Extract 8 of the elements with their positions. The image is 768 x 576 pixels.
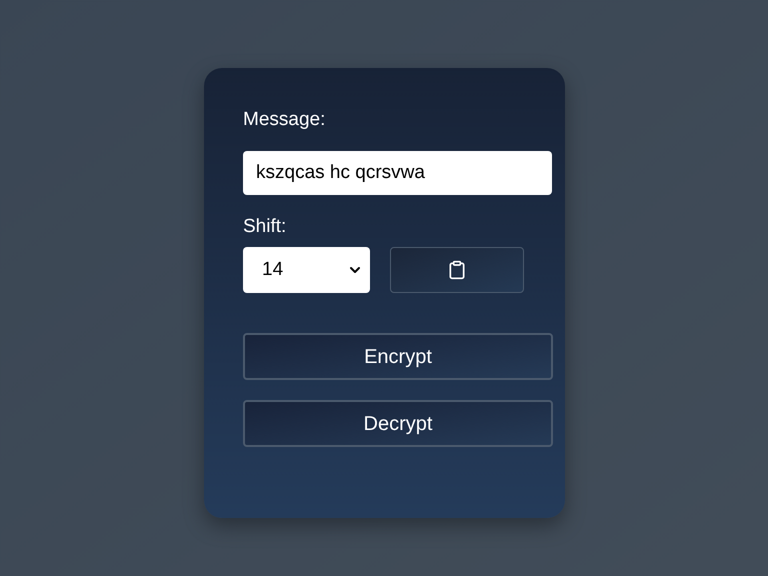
message-field[interactable]: kszqcas hc qcrsvwa xyxy=(243,151,552,195)
message-label: Message: xyxy=(243,108,326,132)
shift-select[interactable]: 14 xyxy=(243,247,370,293)
action-button[interactable]: Encrypt xyxy=(243,333,553,380)
action-button[interactable]: Decrypt xyxy=(243,400,553,447)
shift-label: Shift: xyxy=(243,215,288,239)
clipboard-icon xyxy=(447,260,467,280)
clipboard-button[interactable] xyxy=(390,247,524,293)
